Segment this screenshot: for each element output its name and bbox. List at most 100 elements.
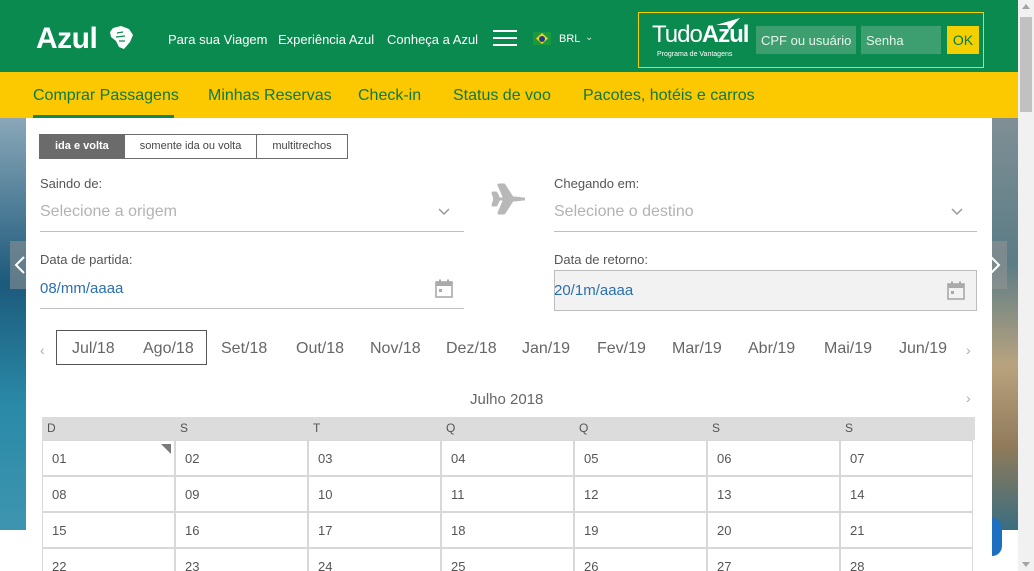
months-prev-button[interactable]: ‹ bbox=[40, 342, 45, 358]
calendar-day[interactable]: 25 bbox=[441, 548, 574, 571]
calendar-day[interactable]: 07 bbox=[840, 440, 973, 476]
calendar-day[interactable]: 21 bbox=[840, 512, 973, 548]
cpf-user-input[interactable] bbox=[756, 26, 856, 54]
calendar-day[interactable]: 02 bbox=[175, 440, 308, 476]
calendar-day[interactable]: 22 bbox=[42, 548, 175, 571]
tab-status-de-voo[interactable]: Status de voo bbox=[453, 87, 551, 105]
calendar-day-number: 26 bbox=[584, 559, 599, 571]
page-scrollbar[interactable] bbox=[1018, 0, 1034, 571]
destination-underline bbox=[554, 231, 977, 232]
calendar-day[interactable]: 01 bbox=[42, 440, 175, 476]
month-option[interactable]: Mar/19 bbox=[672, 340, 722, 358]
weekday-label: T bbox=[313, 421, 321, 435]
calendar-day-number: 03 bbox=[318, 451, 333, 466]
calendar-day[interactable]: 05 bbox=[574, 440, 707, 476]
tab-comprar-passagens[interactable]: Comprar Passagens bbox=[33, 87, 179, 105]
trip-type-multi-city[interactable]: multitrechos bbox=[256, 134, 348, 159]
calendar-day-number: 12 bbox=[584, 487, 599, 502]
airplane-icon bbox=[491, 183, 525, 215]
month-option[interactable]: Jan/19 bbox=[522, 340, 570, 358]
calendar-day[interactable]: 23 bbox=[175, 548, 308, 571]
scroll-down-arrow[interactable] bbox=[1022, 562, 1030, 567]
calendar-day[interactable]: 12 bbox=[574, 476, 707, 512]
calendar-day[interactable]: 15 bbox=[42, 512, 175, 548]
calendar-day-number: 13 bbox=[717, 487, 732, 502]
calendar-day[interactable]: 08 bbox=[42, 476, 175, 512]
month-option[interactable]: Ago/18 bbox=[143, 340, 194, 358]
destination-select[interactable]: Selecione o destino bbox=[554, 203, 694, 221]
calendar-day[interactable]: 24 bbox=[308, 548, 441, 571]
calendar-day[interactable]: 11 bbox=[441, 476, 574, 512]
top-header: Azul Para sua Viagem Experiência Azul Co… bbox=[0, 0, 1018, 72]
month-option[interactable]: Abr/19 bbox=[748, 340, 795, 358]
chevron-down-icon[interactable] bbox=[438, 208, 450, 216]
origin-underline bbox=[40, 231, 464, 232]
month-option[interactable]: Mai/19 bbox=[824, 340, 872, 358]
currency-selector[interactable]: BRL bbox=[559, 33, 580, 45]
weekday-label: Q bbox=[446, 421, 456, 435]
tudoazul-subtitle: Programa de Vantagens bbox=[657, 51, 733, 58]
calendar-day[interactable]: 10 bbox=[308, 476, 441, 512]
calendar-day[interactable]: 06 bbox=[707, 440, 840, 476]
brazil-map-icon bbox=[110, 26, 133, 49]
calendar-day-number: 10 bbox=[318, 487, 333, 502]
month-option[interactable]: Fev/19 bbox=[597, 340, 646, 358]
nav-para-sua-viagem[interactable]: Para sua Viagem bbox=[168, 32, 268, 47]
return-date-input[interactable]: 20/1m/aaaa bbox=[554, 282, 633, 299]
calendar-icon[interactable] bbox=[435, 279, 453, 298]
month-option[interactable]: Dez/18 bbox=[446, 340, 497, 358]
booking-panel: ida e volta somente ida ou volta multitr… bbox=[26, 118, 992, 318]
calendar-icon[interactable] bbox=[947, 281, 965, 300]
calendar-day[interactable]: 13 bbox=[707, 476, 840, 512]
trip-type-one-way[interactable]: somente ida ou volta bbox=[123, 134, 258, 159]
chevron-down-icon[interactable] bbox=[951, 208, 963, 216]
calendar-day-number: 18 bbox=[451, 523, 466, 538]
months-next-button[interactable]: › bbox=[966, 342, 971, 358]
month-option[interactable]: Jul/18 bbox=[72, 340, 115, 358]
calendar-day[interactable]: 18 bbox=[441, 512, 574, 548]
calendar-day[interactable]: 19 bbox=[574, 512, 707, 548]
chevron-down-icon[interactable]: ⌄ bbox=[585, 32, 593, 43]
azul-logo[interactable]: Azul bbox=[36, 22, 98, 56]
calendar-day[interactable]: 09 bbox=[175, 476, 308, 512]
tab-check-in[interactable]: Check-in bbox=[358, 87, 421, 105]
month-option[interactable]: Set/18 bbox=[221, 340, 267, 358]
weekday-label: S bbox=[712, 421, 721, 435]
password-input[interactable] bbox=[861, 26, 941, 54]
calendar-day[interactable]: 20 bbox=[707, 512, 840, 548]
login-ok-button[interactable]: OK bbox=[947, 26, 979, 54]
scroll-up-arrow[interactable] bbox=[1022, 4, 1030, 9]
calendar-day[interactable]: 14 bbox=[840, 476, 973, 512]
trip-type-round-trip[interactable]: ida e volta bbox=[39, 134, 125, 159]
calendar-day-number: 09 bbox=[185, 487, 200, 502]
nav-experiencia-azul[interactable]: Experiência Azul bbox=[278, 32, 374, 47]
calendar-day-number: 15 bbox=[52, 523, 67, 538]
return-label: Data de retorno: bbox=[554, 252, 648, 267]
calendar-day[interactable]: 16 bbox=[175, 512, 308, 548]
tab-pacotes-hoteis-carros[interactable]: Pacotes, hotéis e carros bbox=[583, 87, 755, 105]
weekday-label: S bbox=[180, 421, 189, 435]
calendar-day[interactable]: 17 bbox=[308, 512, 441, 548]
tudoazul-login-box: TudoAzul Programa de Vantagens OK bbox=[638, 12, 984, 68]
weekday-label: Q bbox=[579, 421, 589, 435]
nav-conheca-a-azul[interactable]: Conheça a Azul bbox=[387, 32, 478, 47]
chat-help-button[interactable] bbox=[992, 518, 1002, 556]
calendar-next-button[interactable]: › bbox=[966, 390, 971, 406]
month-option[interactable]: Nov/18 bbox=[370, 340, 421, 358]
calendar-day[interactable]: 27 bbox=[707, 548, 840, 571]
origin-select[interactable]: Selecione a origem bbox=[40, 203, 177, 221]
menu-icon[interactable] bbox=[493, 30, 517, 48]
calendar-day[interactable]: 28 bbox=[840, 548, 973, 571]
selected-day-marker bbox=[161, 444, 171, 454]
weekday-header: DSTQQSS bbox=[42, 417, 975, 440]
departure-date-input[interactable]: 08/mm/aaaa bbox=[40, 280, 123, 297]
month-option[interactable]: Jun/19 bbox=[899, 340, 947, 358]
calendar-day[interactable]: 26 bbox=[574, 548, 707, 571]
calendar-day-number: 14 bbox=[850, 487, 865, 502]
calendar-day[interactable]: 03 bbox=[308, 440, 441, 476]
tab-minhas-reservas[interactable]: Minhas Reservas bbox=[208, 87, 332, 105]
calendar-day[interactable]: 04 bbox=[441, 440, 574, 476]
scrollbar-thumb[interactable] bbox=[1020, 17, 1032, 112]
calendar-day-number: 07 bbox=[850, 451, 865, 466]
month-option[interactable]: Out/18 bbox=[296, 340, 344, 358]
